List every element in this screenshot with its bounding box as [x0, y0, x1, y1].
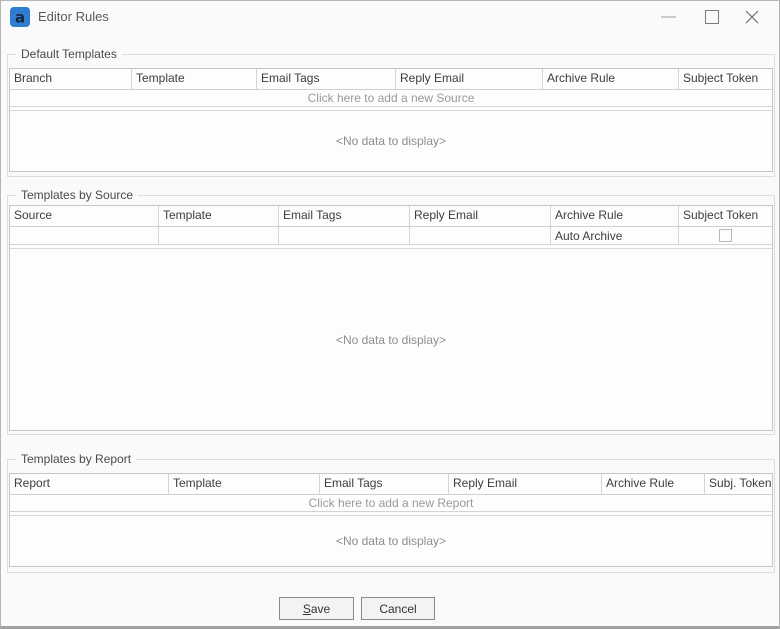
close-button[interactable] — [735, 1, 769, 32]
column-header-report[interactable]: Report — [10, 474, 169, 494]
new-source-entry-row: Auto Archive — [10, 227, 772, 245]
column-header-reply-email[interactable]: Reply Email — [449, 474, 602, 494]
save-button-label: Save — [302, 601, 331, 616]
column-header-email-tags[interactable]: Email Tags — [279, 206, 410, 226]
column-header-template[interactable]: Template — [132, 69, 257, 89]
cancel-button[interactable]: Cancel — [361, 597, 435, 620]
subject-token-cell — [679, 227, 772, 244]
app-logo-icon: a — [10, 7, 30, 27]
column-header-branch[interactable]: Branch — [10, 69, 132, 89]
column-header-template[interactable]: Template — [159, 206, 279, 226]
no-data-message: <No data to display> — [335, 534, 447, 548]
subject-token-checkbox[interactable] — [719, 229, 732, 242]
templates-by-report-header-row: Report Template Email Tags Reply Email A… — [10, 474, 772, 495]
column-header-reply-email[interactable]: Reply Email — [396, 69, 543, 89]
group-templates-by-report-title: Templates by Report — [16, 452, 137, 466]
save-button[interactable]: Save — [279, 597, 354, 620]
email-tags-cell[interactable] — [279, 227, 410, 244]
templates-by-source-empty-area: <No data to display> — [10, 249, 772, 430]
default-templates-grid: Branch Template Email Tags Reply Email A… — [9, 68, 773, 172]
archive-rule-cell[interactable]: Auto Archive — [551, 227, 679, 244]
column-header-source[interactable]: Source — [10, 206, 159, 226]
titlebar: a Editor Rules — [1, 1, 779, 33]
reply-email-cell[interactable] — [410, 227, 551, 244]
group-templates-by-source: Templates by Source Source Template Emai… — [7, 188, 775, 435]
column-header-template[interactable]: Template — [169, 474, 320, 494]
column-header-subj-token[interactable]: Subj. Token — [705, 474, 772, 494]
column-header-email-tags[interactable]: Email Tags — [320, 474, 449, 494]
default-templates-empty-area: <No data to display> — [10, 111, 772, 171]
group-default-templates-title: Default Templates — [16, 47, 122, 61]
maximize-icon — [705, 9, 719, 24]
editor-rules-window: a Editor Rules Default Templates Branch … — [0, 0, 780, 629]
minimize-icon — [660, 15, 676, 18]
add-new-source-label: Click here to add a new Source — [307, 91, 475, 105]
column-header-archive-rule[interactable]: Archive Rule — [551, 206, 679, 226]
close-icon — [745, 10, 759, 23]
group-default-templates: Default Templates Branch Template Email … — [7, 47, 775, 177]
column-header-archive-rule[interactable]: Archive Rule — [543, 69, 679, 89]
window-title: Editor Rules — [38, 9, 109, 24]
minimize-button[interactable] — [651, 1, 685, 32]
column-header-reply-email[interactable]: Reply Email — [410, 206, 551, 226]
maximize-button[interactable] — [695, 1, 729, 32]
templates-by-report-grid: Report Template Email Tags Reply Email A… — [9, 473, 773, 567]
add-new-report-row[interactable]: Click here to add a new Report — [10, 495, 772, 512]
svg-text:a: a — [15, 9, 25, 27]
add-new-source-row[interactable]: Click here to add a new Source — [10, 90, 772, 107]
cancel-button-label: Cancel — [379, 601, 417, 616]
no-data-message: <No data to display> — [335, 134, 447, 148]
default-templates-header-row: Branch Template Email Tags Reply Email A… — [10, 69, 772, 90]
group-templates-by-source-title: Templates by Source — [16, 188, 139, 202]
column-header-subject-token[interactable]: Subject Token — [679, 69, 772, 89]
templates-by-source-header-row: Source Template Email Tags Reply Email A… — [10, 206, 772, 227]
add-new-report-label: Click here to add a new Report — [308, 496, 474, 510]
column-header-subject-token[interactable]: Subject Token — [679, 206, 772, 226]
column-header-email-tags[interactable]: Email Tags — [257, 69, 396, 89]
source-cell[interactable] — [10, 227, 159, 244]
templates-by-source-grid: Source Template Email Tags Reply Email A… — [9, 205, 773, 431]
no-data-message: <No data to display> — [335, 332, 447, 347]
column-header-archive-rule[interactable]: Archive Rule — [602, 474, 705, 494]
templates-by-report-empty-area: <No data to display> — [10, 516, 772, 566]
group-templates-by-report: Templates by Report Report Template Emai… — [7, 452, 775, 573]
template-cell[interactable] — [159, 227, 279, 244]
